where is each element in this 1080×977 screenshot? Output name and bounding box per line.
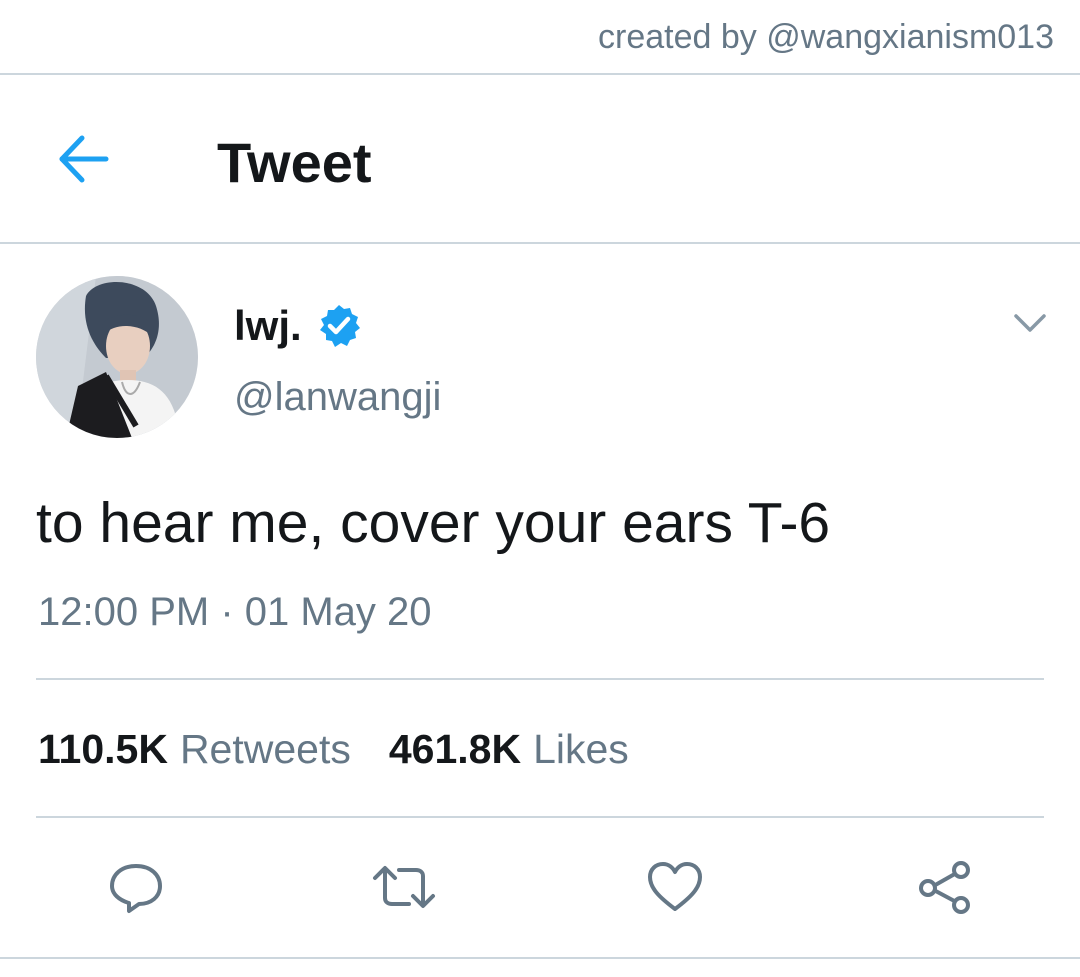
author-handle[interactable]: @lanwangji	[234, 375, 441, 420]
retweets-count: 110.5K	[38, 726, 168, 772]
heart-icon	[645, 859, 705, 915]
share-button[interactable]	[910, 852, 980, 922]
likes-stat[interactable]: 461.8K Likes	[389, 726, 629, 773]
verified-badge-icon	[316, 303, 362, 349]
likes-label: Likes	[533, 726, 629, 772]
chevron-down-icon	[1008, 304, 1052, 344]
divider	[36, 816, 1044, 818]
divider	[36, 678, 1044, 680]
share-icon	[916, 858, 974, 916]
retweets-stat[interactable]: 110.5K Retweets	[38, 726, 351, 773]
divider	[0, 242, 1080, 244]
divider	[0, 957, 1080, 959]
retweet-icon	[371, 858, 437, 916]
retweets-label: Retweets	[179, 726, 351, 772]
tweet-page: created by @wangxianism013 Tweet lwj. @l…	[0, 0, 1080, 977]
tweet-stats: 110.5K Retweets 461.8K Likes	[38, 726, 629, 773]
tweet-actions-bar	[0, 852, 1080, 922]
reply-button[interactable]	[101, 852, 171, 922]
app-header: Tweet	[0, 76, 1080, 242]
reply-icon	[107, 858, 165, 916]
tweet-text: to hear me, cover your ears T-6	[36, 491, 831, 555]
avatar[interactable]	[36, 276, 198, 438]
retweet-button[interactable]	[369, 852, 439, 922]
back-button[interactable]	[54, 132, 114, 186]
page-title: Tweet	[217, 131, 372, 194]
tweet-timestamp: 12:00 PM · 01 May 20	[38, 590, 432, 634]
divider	[0, 73, 1080, 75]
credit-watermark: created by @wangxianism013	[598, 18, 1054, 56]
likes-count: 461.8K	[388, 726, 522, 772]
author-name-row[interactable]: lwj.	[234, 302, 362, 350]
arrow-left-icon	[54, 132, 114, 186]
like-button[interactable]	[640, 852, 710, 922]
tweet-options-button[interactable]	[1008, 304, 1052, 344]
author-display-name[interactable]: lwj.	[234, 302, 302, 350]
